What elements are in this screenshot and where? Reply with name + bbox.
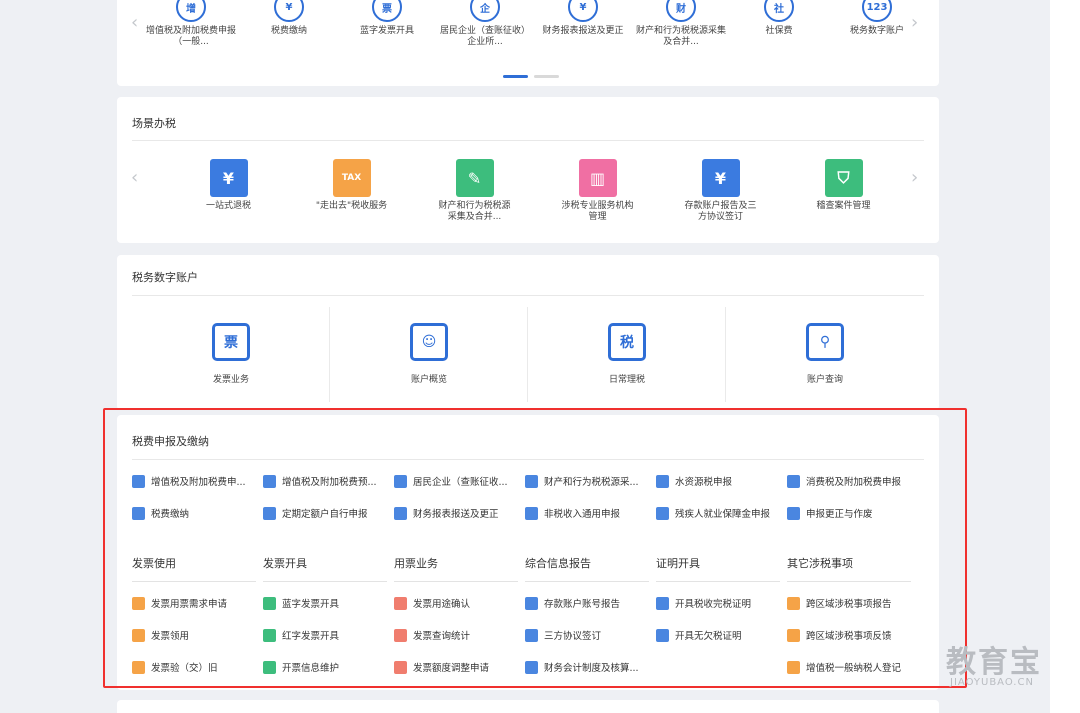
top-service-label: 财产和行为税税源采集及合并... xyxy=(635,26,726,47)
divider xyxy=(725,307,726,402)
highlight-box xyxy=(103,408,967,688)
scenario-item[interactable]: ⛉ 稽查案件管理 xyxy=(782,159,905,223)
deposit-account-icon: ¥ xyxy=(701,159,740,197)
digital-account-label: 发票业务 xyxy=(212,375,249,385)
audit-case-icon: ⛉ xyxy=(824,159,863,197)
top-service-item[interactable]: 企居民企业（查账征收）企业所... xyxy=(436,0,534,48)
scenario-label: 财产和行为税税源采集及合并... xyxy=(438,201,511,222)
tax-agency-icon: ▥ xyxy=(578,159,617,197)
one-stop-refund-icon: ¥ xyxy=(209,159,248,197)
scenario-next-arrow[interactable]: › xyxy=(911,167,918,188)
going-global-tax-icon: TAX xyxy=(332,159,371,197)
financial-report-icon: ¥ xyxy=(568,0,598,22)
top-service-item[interactable]: 票蓝字发票开具 xyxy=(338,0,436,48)
digital-account-item[interactable]: ⚲ 账户查询 xyxy=(727,307,923,402)
account-overview-icon: ☺ xyxy=(410,323,448,361)
digital-account-card: 税务数字账户 票发票业务 ☺ 账户概览 税日常理税 ⚲ 账户查询 xyxy=(117,255,939,410)
vat-declare-icon: 增 xyxy=(176,0,206,22)
tax-payment-icon: ¥ xyxy=(274,0,304,22)
digital-account-icon: 123 xyxy=(862,0,892,22)
top-service-item[interactable]: 增增值税及附加税费申报（一般... xyxy=(142,0,240,48)
digital-account-item[interactable]: ☺ 账户概览 xyxy=(331,307,527,402)
scenario-row: ¥ 一站式退税 TAX "走出去"税收服务 ✎ 财产和行为税税源采集及合并... ▥ 涉税专业… xyxy=(167,159,905,223)
top-service-item[interactable]: 财财产和行为税税源采集及合并... xyxy=(632,0,730,48)
scenario-card: 场景办税 ‹ ¥ 一站式退税 TAX "走出去"税收服务 ✎ 财产和行为税税源采集及合并.… xyxy=(117,97,939,243)
invoice-business-icon: 票 xyxy=(212,323,250,361)
carousel-dot-1[interactable] xyxy=(503,75,528,78)
digital-account-label: 账户查询 xyxy=(806,375,843,385)
digital-account-label: 日常理税 xyxy=(608,375,645,385)
divider xyxy=(132,140,924,141)
divider xyxy=(132,295,924,296)
scenario-item[interactable]: ▥ 涉税专业服务机构管理 xyxy=(536,159,659,223)
scenario-title: 场景办税 xyxy=(132,117,176,130)
digital-account-item[interactable]: 税日常理税 xyxy=(529,307,725,402)
top-services-row: 增增值税及附加税费申报（一般... ¥ 税费缴纳票蓝字发票开具企居民企业（查账征收）… xyxy=(142,0,926,48)
top-service-label: 税务数字账户 xyxy=(849,26,904,36)
top-service-item[interactable]: ¥ 税费缴纳 xyxy=(240,0,338,48)
top-services-card: ‹ 增增值税及附加税费申报（一般... ¥ 税费缴纳票蓝字发票开具企居民企业（查账征… xyxy=(117,0,939,86)
scenario-item[interactable]: ✎ 财产和行为税税源采集及合并... xyxy=(413,159,536,223)
digital-account-title: 税务数字账户 xyxy=(132,271,198,284)
top-service-label: 税费缴纳 xyxy=(270,26,307,36)
top-service-item[interactable]: 社社保费 xyxy=(730,0,828,48)
account-query-icon: ⚲ xyxy=(806,323,844,361)
scenario-item[interactable]: ¥ 一站式退税 xyxy=(167,159,290,223)
divider xyxy=(527,307,528,402)
enterprise-income-tax-icon: 企 xyxy=(470,0,500,22)
blue-invoice-icon: 票 xyxy=(372,0,402,22)
scenario-label: 一站式退税 xyxy=(205,201,251,211)
top-service-label: 财务报表报送及更正 xyxy=(542,26,624,36)
property-tax-icon: 财 xyxy=(666,0,696,22)
digital-account-item[interactable]: 票发票业务 xyxy=(133,307,329,402)
top-service-label: 蓝字发票开具 xyxy=(359,26,414,36)
carousel-pagination xyxy=(503,75,559,78)
divider xyxy=(329,307,330,402)
top-service-label: 居民企业（查账征收）企业所... xyxy=(439,26,530,47)
carousel-dot-2[interactable] xyxy=(534,75,559,78)
scenario-label: 存款账户报告及三方协议签订 xyxy=(684,201,757,222)
top-service-label: 增值税及附加税费申报（一般... xyxy=(145,26,236,47)
carousel-next-arrow[interactable]: › xyxy=(911,12,918,33)
watermark-logo: 教育宝 xyxy=(946,645,1042,680)
top-service-label: 社保费 xyxy=(765,26,793,36)
scenario-label: 稽查案件管理 xyxy=(816,201,871,211)
scenario-item[interactable]: TAX "走出去"税收服务 xyxy=(290,159,413,223)
property-source-icon: ✎ xyxy=(455,159,494,197)
next-card xyxy=(117,700,939,713)
right-edge-panel xyxy=(1050,0,1080,713)
scenario-prev-arrow[interactable]: ‹ xyxy=(131,167,138,188)
digital-account-label: 账户概览 xyxy=(410,375,447,385)
daily-tax-icon: 税 xyxy=(608,323,646,361)
social-insurance-icon: 社 xyxy=(764,0,794,22)
scenario-label: 涉税专业服务机构管理 xyxy=(561,201,634,222)
watermark-domain: JIAOYUBAO.CN xyxy=(950,677,1034,688)
carousel-prev-arrow[interactable]: ‹ xyxy=(131,12,138,33)
scenario-item[interactable]: ¥ 存款账户报告及三方协议签订 xyxy=(659,159,782,223)
scenario-label: "走出去"税收服务 xyxy=(315,201,388,211)
top-service-item[interactable]: ¥ 财务报表报送及更正 xyxy=(534,0,632,48)
